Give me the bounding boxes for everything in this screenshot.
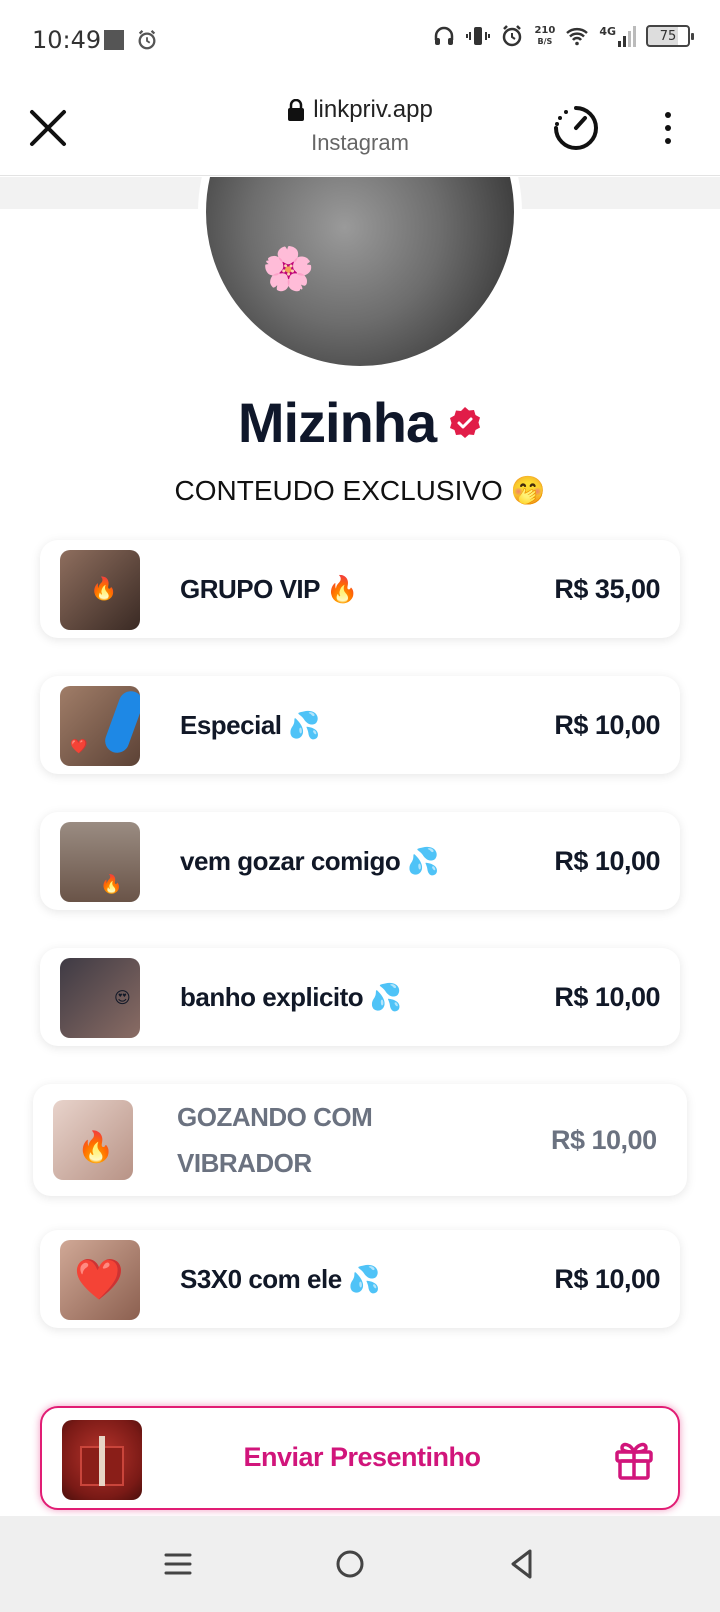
signal-bars-icon <box>618 26 636 47</box>
product-title: GOZANDO COM VIBRADOR <box>177 1102 373 1178</box>
browser-toolbar: linkpriv.app Instagram <box>0 80 720 176</box>
product-thumbnail: 😍 <box>60 958 140 1038</box>
thumbnail-emoji: ❤️ <box>74 1258 124 1302</box>
status-left-icons <box>104 29 158 51</box>
headphones-icon <box>435 26 454 45</box>
back-icon[interactable] <box>504 1546 540 1582</box>
page-url: linkpriv.app <box>313 96 433 123</box>
product-card[interactable]: 🔥 GRUPO VIP 🔥 R$ 35,00 <box>40 540 680 638</box>
net-speed-value: 210 <box>534 25 556 36</box>
page-source: Instagram <box>311 130 409 155</box>
product-price: R$ 10,00 <box>554 709 660 740</box>
product-title: banho explicito 💦 <box>180 981 402 1012</box>
product-price: R$ 35,00 <box>554 573 660 604</box>
product-title: GRUPO VIP 🔥 <box>180 573 359 604</box>
wifi-icon <box>566 28 589 46</box>
net-speed-unit: B/S <box>537 37 553 46</box>
product-title: vem gozar comigo 💦 <box>180 845 439 876</box>
product-card[interactable]: 🔥 vem gozar comigo 💦 R$ 10,00 <box>40 812 680 910</box>
thumbnail-detail <box>101 687 140 757</box>
network-type: 4G <box>599 25 616 38</box>
avatar-clip: 🌸 <box>0 177 720 377</box>
send-gift-button[interactable]: Enviar Presentinho <box>40 1406 680 1510</box>
cell-signal: 4G <box>599 25 636 47</box>
product-price: R$ 10,00 <box>554 1263 660 1294</box>
product-card[interactable]: 😍 banho explicito 💦 R$ 10,00 <box>40 948 680 1046</box>
thumbnail-emoji: 🔥 <box>90 576 118 601</box>
product-price: R$ 10,00 <box>551 1125 657 1155</box>
product-thumbnail: ❤️ <box>60 686 140 766</box>
product-card[interactable]: ❤️ Especial 💦 R$ 10,00 <box>40 676 680 774</box>
product-title: S3X0 com ele 💦 <box>180 1263 381 1294</box>
lock-icon <box>288 99 305 121</box>
gift-icon <box>615 1442 653 1480</box>
thumbnail-emoji: 😍 <box>114 990 131 1007</box>
product-card[interactable]: ❤️ S3X0 com ele 💦 R$ 10,00 <box>40 1230 680 1328</box>
gift-label: Enviar Presentinho <box>243 1442 481 1472</box>
alarm-icon <box>138 30 156 50</box>
product-title: Especial 💦 <box>180 709 321 740</box>
net-speed: 210 B/S <box>534 25 555 47</box>
url-area[interactable]: linkpriv.app Instagram <box>210 96 510 156</box>
notification-square-icon <box>104 30 124 50</box>
verified-badge-icon <box>450 406 481 438</box>
product-price: R$ 10,00 <box>554 845 660 876</box>
product-thumbnail: 🔥 <box>60 550 140 630</box>
thumbnail-emoji: 🔥 <box>77 1131 115 1164</box>
vibrate-icon <box>466 27 491 45</box>
status-right-icons: 210 B/S 4G 75 <box>432 24 694 48</box>
product-card[interactable]: 🔥 GOZANDO COM VIBRADOR R$ 10,00 <box>33 1084 687 1196</box>
flower-emoji: 🌸 <box>262 245 315 292</box>
profile-bio: CONTEUDO EXCLUSIVO 🤭 <box>174 475 546 506</box>
thumbnail-emoji: ❤️ <box>70 738 88 754</box>
system-nav-bar <box>0 1516 720 1612</box>
battery-level: 75 <box>659 28 677 44</box>
product-thumbnail: 🔥 <box>60 822 140 902</box>
status-time: 10:49 <box>32 26 102 54</box>
close-icon[interactable] <box>26 106 70 150</box>
timer-icon[interactable] <box>552 104 600 152</box>
product-thumbnail: 🔥 <box>53 1100 133 1180</box>
kebab-menu-icon[interactable] <box>656 108 680 148</box>
battery-icon: 75 <box>646 25 694 47</box>
status-bar: 10:49 210 B/S 4G 75 <box>0 0 720 80</box>
product-price: R$ 10,00 <box>554 981 660 1012</box>
product-thumbnail: ❤️ <box>60 1240 140 1320</box>
profile-name: Mizinha <box>0 390 720 455</box>
recent-apps-icon[interactable] <box>160 1546 196 1582</box>
profile-title: Mizinha <box>237 391 437 454</box>
thumbnail-emoji: 🔥 <box>100 874 123 894</box>
avatar[interactable] <box>198 177 522 374</box>
alarm-status-icon <box>503 25 522 47</box>
home-icon[interactable] <box>332 1546 368 1582</box>
